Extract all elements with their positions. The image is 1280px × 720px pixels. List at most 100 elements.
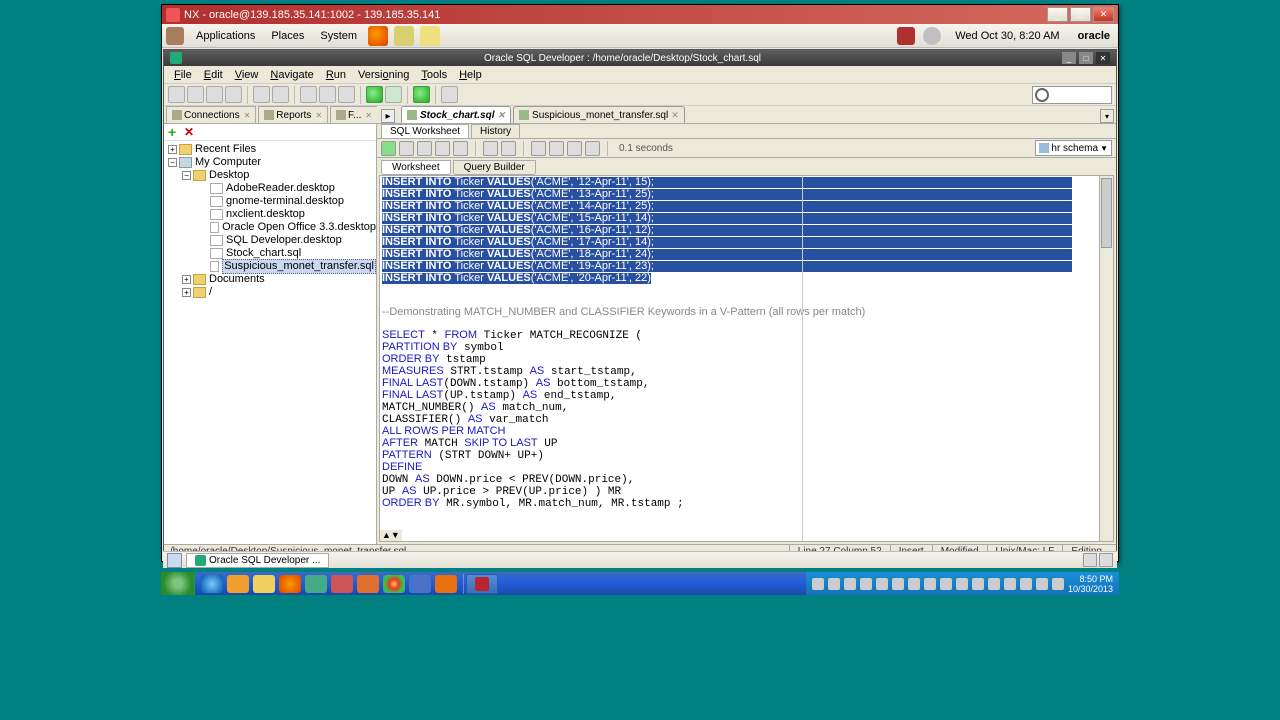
tray-icon[interactable] <box>1004 578 1016 590</box>
sqldev-maximize-button[interactable]: □ <box>1079 52 1093 64</box>
search-box[interactable] <box>1032 86 1112 104</box>
tree-item[interactable]: AdobeReader.desktop <box>168 182 376 195</box>
new-icon[interactable] <box>168 86 185 103</box>
tab-sql-worksheet[interactable]: SQL Worksheet <box>381 124 469 138</box>
app-icon[interactable] <box>331 575 353 593</box>
menu-edit[interactable]: Edit <box>198 69 229 81</box>
ie-icon[interactable] <box>201 575 223 593</box>
mail-icon[interactable] <box>394 26 414 46</box>
tab-query-builder[interactable]: Query Builder <box>453 160 536 175</box>
nx-titlebar[interactable]: NX - oracle@139.185.35.141:1002 - 139.18… <box>162 5 1118 24</box>
run-dropdown-icon[interactable] <box>385 86 402 103</box>
word-icon[interactable] <box>409 575 431 593</box>
menu-help[interactable]: Help <box>453 69 488 81</box>
sql-editor[interactable]: INSERT INTO Ticker VALUES('ACME', '12-Ap… <box>380 176 1099 541</box>
menu-view[interactable]: View <box>229 69 265 81</box>
tree-my-computer[interactable]: −My Computer <box>168 156 376 169</box>
vlc-icon[interactable] <box>435 575 457 593</box>
tree-documents[interactable]: +Documents <box>168 273 376 286</box>
tray-icon[interactable] <box>892 578 904 590</box>
tree-item[interactable]: gnome-terminal.desktop <box>168 195 376 208</box>
minimize-button[interactable]: _ <box>1047 7 1068 22</box>
volume-icon[interactable] <box>1052 578 1064 590</box>
menu-applications[interactable]: Applications <box>188 30 263 42</box>
run-statement-icon[interactable] <box>381 141 396 156</box>
tray-icon[interactable] <box>972 578 984 590</box>
close-tab-icon[interactable]: ✕ <box>244 111 251 120</box>
vertical-scrollbar[interactable] <box>1099 176 1113 541</box>
run-script-icon[interactable] <box>399 141 414 156</box>
cut-icon[interactable] <box>300 86 317 103</box>
gnome-user[interactable]: oracle <box>1078 30 1110 42</box>
tree-root[interactable]: +/ <box>168 286 376 299</box>
security-shield-icon[interactable] <box>897 27 915 45</box>
commit-dropdown-icon[interactable] <box>441 86 458 103</box>
tree-item[interactable]: nxclient.desktop <box>168 208 376 221</box>
commit-icon[interactable] <box>483 141 498 156</box>
sql-history-icon[interactable] <box>585 141 600 156</box>
clear-icon[interactable] <box>549 141 564 156</box>
powerpoint-icon[interactable] <box>357 575 379 593</box>
volume-icon[interactable] <box>923 27 941 45</box>
tray-icon[interactable] <box>812 578 824 590</box>
tray-icon[interactable] <box>860 578 872 590</box>
tray-icon[interactable] <box>956 578 968 590</box>
show-desktop-icon[interactable] <box>167 553 182 568</box>
paste-icon[interactable] <box>338 86 355 103</box>
menu-versioning[interactable]: Versioning <box>352 69 415 81</box>
workspace-switcher-icon[interactable] <box>1083 553 1097 567</box>
close-tab-icon[interactable]: ✕ <box>497 110 505 121</box>
undo-icon[interactable] <box>253 86 270 103</box>
tree-item-selected[interactable]: Suspicious_monet_transfer.sql <box>168 260 376 273</box>
taskbar-clock[interactable]: 8:50 PM 10/30/2013 <box>1068 574 1113 594</box>
menu-system[interactable]: System <box>312 30 365 42</box>
save-all-icon[interactable] <box>225 86 242 103</box>
scroll-thumb[interactable] <box>1101 178 1112 248</box>
tray-icon[interactable] <box>844 578 856 590</box>
tab-history[interactable]: History <box>471 124 520 138</box>
sqldev-minimize-button[interactable]: _ <box>1062 52 1076 64</box>
split-handle[interactable]: ▲▼ <box>380 530 402 541</box>
folder-icon[interactable] <box>253 575 275 593</box>
tray-icon[interactable] <box>988 578 1000 590</box>
tree-item[interactable]: Oracle Open Office 3.3.desktop <box>168 221 376 234</box>
app-icon[interactable] <box>305 575 327 593</box>
tray-icon[interactable] <box>940 578 952 590</box>
maximize-button[interactable]: □ <box>1070 7 1091 22</box>
file-tree[interactable]: +Recent Files −My Computer −Desktop Adob… <box>164 141 376 544</box>
file-tab-stock-chart[interactable]: Stock_chart.sql✕ <box>401 106 511 123</box>
menu-places[interactable]: Places <box>263 30 312 42</box>
taskbar-app[interactable] <box>466 574 498 594</box>
close-tab-icon[interactable]: ✕ <box>315 111 322 120</box>
file-tab-suspicious[interactable]: Suspicious_monet_transfer.sql✕ <box>513 106 685 123</box>
debug-icon[interactable] <box>413 86 430 103</box>
firefox-icon[interactable] <box>279 575 301 593</box>
tray-icon[interactable] <box>828 578 840 590</box>
tray-icon[interactable] <box>908 578 920 590</box>
tray-icon[interactable] <box>924 578 936 590</box>
trash-icon[interactable] <box>1099 553 1113 567</box>
chrome-icon[interactable] <box>383 575 405 593</box>
gnome-clock[interactable]: Wed Oct 30, 8:20 AM <box>955 30 1059 42</box>
firefox-icon[interactable] <box>368 26 388 46</box>
tab-worksheet[interactable]: Worksheet <box>381 160 451 175</box>
taskbar-sqldeveloper[interactable]: Oracle SQL Developer ... <box>186 553 329 568</box>
start-button[interactable] <box>161 572 195 595</box>
redo-icon[interactable] <box>272 86 289 103</box>
network-icon[interactable] <box>1036 578 1048 590</box>
menu-file[interactable]: File <box>168 69 198 81</box>
open-icon[interactable] <box>187 86 204 103</box>
tab-connections[interactable]: Connections✕ <box>166 106 256 123</box>
delete-icon[interactable]: ✕ <box>184 126 197 139</box>
gnome-foot-icon[interactable] <box>166 27 184 45</box>
menu-navigate[interactable]: Navigate <box>264 69 319 81</box>
tabs-dropdown[interactable]: ▾ <box>1100 109 1114 123</box>
to-upper-icon[interactable] <box>567 141 582 156</box>
autotrace-icon[interactable] <box>417 141 432 156</box>
menu-run[interactable]: Run <box>320 69 352 81</box>
save-icon[interactable] <box>206 86 223 103</box>
sql-tuning-icon[interactable] <box>453 141 468 156</box>
tray-icon[interactable] <box>1020 578 1032 590</box>
new-tab-button[interactable]: ▸ <box>381 109 395 123</box>
tree-recent-files[interactable]: +Recent Files <box>168 143 376 156</box>
